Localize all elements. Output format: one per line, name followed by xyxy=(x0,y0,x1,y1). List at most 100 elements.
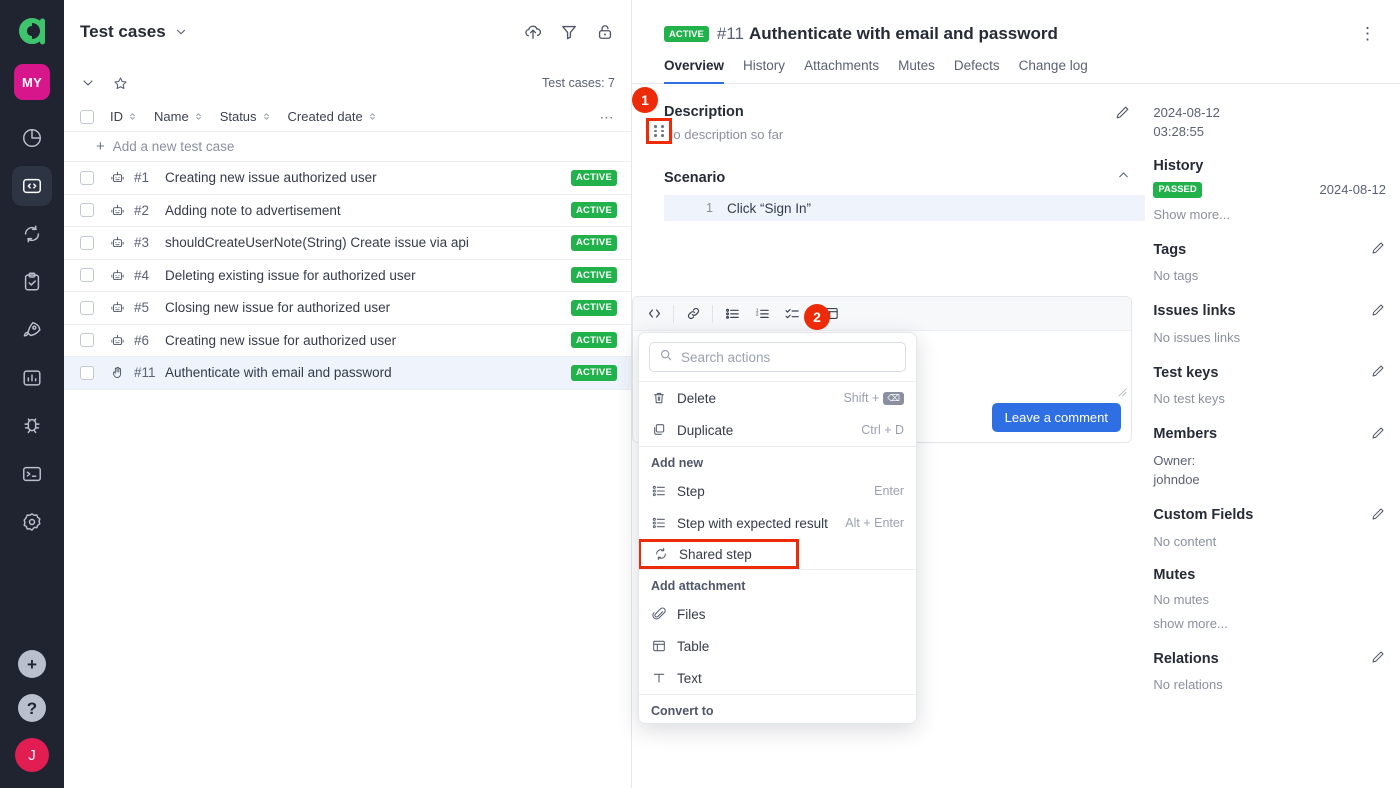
row-name: Closing new issue for authorized user xyxy=(165,300,391,316)
pencil-icon[interactable] xyxy=(1370,363,1386,382)
upload-icon[interactable] xyxy=(523,22,543,42)
menu-item-table[interactable]: Table xyxy=(639,630,916,662)
step-text: Click “Sign In” xyxy=(726,200,811,216)
column-options-icon[interactable]: ⋯ xyxy=(600,110,616,124)
mutes-block: Mutes No mutes show more... xyxy=(1153,567,1400,633)
tab-attachments[interactable]: Attachments xyxy=(804,58,879,84)
detail-kebab-menu-icon[interactable]: ⋮ xyxy=(1359,25,1376,42)
relations-block: Relations No relations xyxy=(1153,649,1400,695)
scenario-step-row[interactable]: 1 Click “Sign In” xyxy=(664,195,1146,221)
numbered-list-icon[interactable]: 1 2 xyxy=(747,299,777,329)
collapse-chevron-icon[interactable] xyxy=(80,75,96,91)
relations-heading: Relations xyxy=(1153,650,1219,667)
column-header-created-date[interactable]: Created date xyxy=(288,109,378,124)
table-row[interactable]: #4 Deleting existing issue for authorized… xyxy=(64,260,631,292)
resize-grip-icon[interactable] xyxy=(1118,388,1127,400)
pencil-icon[interactable] xyxy=(1370,302,1386,321)
pencil-icon[interactable] xyxy=(1370,506,1386,525)
link-icon[interactable] xyxy=(678,299,708,329)
search-actions-field[interactable] xyxy=(649,342,906,372)
sidebar-item-jobs[interactable] xyxy=(12,454,52,494)
table-row[interactable]: #3 shouldCreateUserNote(String) Create is… xyxy=(64,227,631,260)
create-button[interactable]: + xyxy=(18,650,46,678)
user-avatar[interactable]: J xyxy=(15,738,49,772)
menu-item-duplicate[interactable]: Duplicate Ctrl + D xyxy=(639,414,916,446)
sidebar-item-test-plans[interactable] xyxy=(12,262,52,302)
automated-icon xyxy=(110,300,125,315)
menu-item-delete[interactable]: Delete Shift + ⌫ xyxy=(639,382,916,414)
column-header-name[interactable]: Name xyxy=(154,109,204,124)
pencil-icon[interactable] xyxy=(1370,240,1386,259)
row-checkbox[interactable] xyxy=(80,235,94,250)
pencil-icon[interactable] xyxy=(1370,425,1386,444)
bar-chart-icon xyxy=(21,367,43,389)
context-menu-search-wrap xyxy=(639,333,916,382)
star-icon[interactable] xyxy=(112,75,129,92)
row-checkbox[interactable] xyxy=(80,268,94,283)
backspace-key-icon: ⌫ xyxy=(883,391,904,405)
unlock-icon[interactable] xyxy=(595,22,615,42)
automated-icon xyxy=(110,333,125,348)
table-row[interactable]: #2 Adding note to advertisement ACTIVE xyxy=(64,195,631,227)
drag-handle-icon[interactable] xyxy=(646,118,672,144)
pencil-icon[interactable] xyxy=(1370,649,1386,668)
detail-main-column: Description No description so far Scenar… xyxy=(632,84,1146,724)
menu-item-step[interactable]: Step Enter xyxy=(639,475,916,507)
table-row[interactable]: #11 Authenticate with email and password A… xyxy=(64,357,631,390)
tab-change-log[interactable]: Change log xyxy=(1019,58,1088,84)
history-entry: PASSED 2024-08-12 xyxy=(1153,181,1400,198)
filter-icon[interactable] xyxy=(559,22,579,42)
table-row[interactable]: #1 Creating new issue authorized user ACTI… xyxy=(64,162,631,195)
add-new-test-case-row[interactable]: + Add a new test case xyxy=(64,132,631,162)
history-show-more[interactable]: Show more... xyxy=(1153,205,1400,225)
status-badge: ACTIVE xyxy=(570,234,617,251)
checklist-icon[interactable] xyxy=(777,299,807,329)
menu-item-step-with-expected-result[interactable]: Step with expected result Alt + Enter xyxy=(639,507,916,539)
row-checkbox[interactable] xyxy=(80,170,94,185)
chevron-up-icon[interactable] xyxy=(1116,168,1131,188)
column-header-status[interactable]: Status xyxy=(220,109,272,124)
tab-mutes[interactable]: Mutes xyxy=(898,58,935,84)
sidebar-item-dashboards[interactable] xyxy=(12,118,52,158)
row-checkbox[interactable] xyxy=(80,365,94,380)
sidebar-item-launches[interactable] xyxy=(12,310,52,350)
custom-fields-heading: Custom Fields xyxy=(1153,507,1254,524)
table-row[interactable]: #6 Creating new issue for authorized user… xyxy=(64,325,631,357)
row-checkbox[interactable] xyxy=(80,300,94,315)
automated-icon xyxy=(110,268,125,283)
sidebar-item-test-cases[interactable] xyxy=(12,166,52,206)
tab-history[interactable]: History xyxy=(743,58,785,84)
row-name: Adding note to advertisement xyxy=(165,202,341,218)
tab-defects[interactable]: Defects xyxy=(954,58,1000,84)
allure-logo[interactable] xyxy=(14,14,50,50)
sidebar-item-settings[interactable] xyxy=(12,502,52,542)
project-badge[interactable]: MY xyxy=(14,64,50,100)
sidebar-item-analytics[interactable] xyxy=(12,358,52,398)
help-button[interactable]: ? xyxy=(18,694,46,722)
chevron-down-icon[interactable] xyxy=(174,25,188,39)
menu-item-shared-step[interactable]: Shared step xyxy=(639,539,799,569)
table-row[interactable]: #5 Closing new issue for authorized user A… xyxy=(64,292,631,325)
select-all-checkbox[interactable] xyxy=(80,109,94,124)
row-id: #5 xyxy=(134,300,150,316)
sidebar-item-shared-steps[interactable] xyxy=(12,214,52,254)
sidebar-item-defects[interactable] xyxy=(12,406,52,446)
sort-icon xyxy=(261,111,272,122)
bullet-list-icon[interactable] xyxy=(717,299,747,329)
mutes-show-more[interactable]: show more... xyxy=(1153,614,1400,634)
status-badge: ACTIVE xyxy=(570,332,617,349)
menu-item-text[interactable]: Text xyxy=(639,662,916,694)
pencil-icon[interactable] xyxy=(1114,104,1131,126)
description-section: Description No description so far xyxy=(664,104,1145,142)
menu-item-files[interactable]: Files xyxy=(639,598,916,630)
row-checkbox[interactable] xyxy=(80,333,94,348)
column-header-id[interactable]: ID xyxy=(110,109,138,124)
leave-comment-button[interactable]: Leave a comment xyxy=(991,403,1121,432)
tab-overview[interactable]: Overview xyxy=(664,58,725,84)
relations-header: Relations xyxy=(1153,649,1400,668)
row-checkbox[interactable] xyxy=(80,203,94,218)
code-icon[interactable] xyxy=(639,299,669,329)
custom-fields-value: No content xyxy=(1153,533,1217,549)
mutes-value: No mutes xyxy=(1153,592,1210,608)
search-input[interactable] xyxy=(681,349,896,365)
